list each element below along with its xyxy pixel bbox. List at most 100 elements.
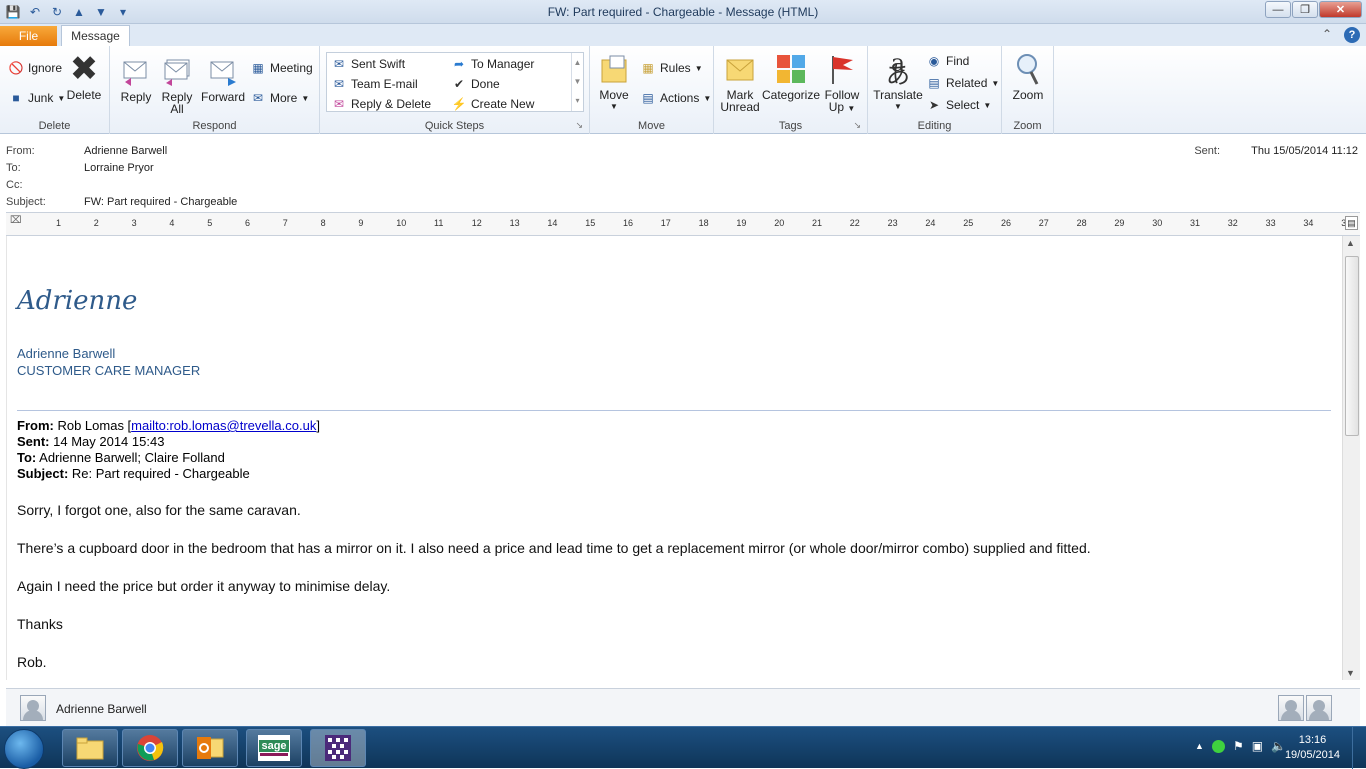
taskbar-outlook[interactable] [182,729,238,767]
fwd-subject-line: Subject: Re: Part required - Chargeable [17,466,250,481]
cc-label: Cc: [6,179,23,191]
zoom-button[interactable]: Zoom [1010,52,1046,101]
ruler-number: 1 [56,218,62,228]
translate-button[interactable]: aあ Translate ▼ [872,51,924,113]
checkmark-icon: ✔ [453,77,465,91]
scroll-thumb[interactable] [1345,256,1359,436]
sage-label: sage [259,740,289,752]
quick-step-team-email[interactable]: ✉ Team E-mail [331,76,418,92]
close-button[interactable]: ✕ [1319,1,1362,18]
people-list-icon[interactable] [1306,695,1332,721]
quick-step-create-new[interactable]: ⚡ Create New [451,96,535,112]
ruler-number: 15 [585,218,596,228]
status-green-icon[interactable] [1211,739,1225,753]
volume-icon[interactable]: 🔈 [1271,739,1286,753]
separator-line [17,410,1331,411]
fwd-from-line: From: Rob Lomas [mailto:rob.lomas@trevel… [17,418,320,433]
related-button[interactable]: ▤ Related ▼ [926,75,999,91]
reply-button[interactable]: Reply [118,54,154,103]
sage-icon: sage [258,735,290,761]
to-value[interactable]: Lorraine Pryor [84,162,154,174]
avatar[interactable] [20,695,46,721]
tab-file[interactable]: File [0,26,57,46]
delete-button[interactable]: ✖ Delete [66,52,102,101]
select-button[interactable]: ➤ Select ▼ [926,97,991,113]
sent-label: Sent: [1194,145,1220,157]
minimize-ribbon-icon[interactable]: ⌃ [1322,27,1332,43]
tab-message[interactable]: Message [61,25,130,47]
ruler-number: 7 [282,218,288,228]
minimize-button[interactable]: — [1265,1,1291,18]
mark-unread-button[interactable]: Mark Unread [720,52,760,113]
forward-button[interactable]: Forward [200,54,246,103]
quick-step-sent-swift[interactable]: ✉ Sent Swift [331,56,405,72]
quick-steps-scroll[interactable]: ▲ ▼ ▾ [571,53,583,111]
show-desktop-button[interactable] [1352,727,1366,769]
ruler-number: 6 [245,218,251,228]
subject-value: FW: Part required - Chargeable [84,196,238,208]
quick-step-done[interactable]: ✔ Done [451,76,500,92]
mailto-link[interactable]: mailto:rob.lomas@trevella.co.uk [131,418,316,433]
clock[interactable]: 13:16 19/05/2014 [1285,733,1340,763]
junk-icon: ■ [12,91,20,105]
help-icon[interactable]: ? [1344,27,1360,43]
ribbon: 🚫 Ignore ■ Junk ▼ ✖ Delete Delete Reply R… [0,46,1366,134]
quick-steps-gallery: ✉ Sent Swift ➦ To Manager ✉ Team E-mail ✔ Do… [326,52,584,112]
maximize-button[interactable]: ❐ [1292,1,1318,18]
group-zoom: Zoom Zoom [1002,46,1054,134]
subject-label: Subject: [6,196,46,208]
taskbar-explorer[interactable] [62,729,118,767]
magnifier-icon [1011,52,1045,86]
meeting-icon: ▦ [252,61,264,75]
team-icon: ✉ [333,77,345,91]
person-icon[interactable] [1278,695,1304,721]
ribbon-tabs: File Message ⌃ ? [0,24,1366,47]
people-pane-name[interactable]: Adrienne Barwell [56,702,147,716]
ruler-number: 13 [509,218,520,228]
ruler-number: 30 [1152,218,1163,228]
meeting-button[interactable]: ▦ Meeting [250,60,312,76]
more-icon: ✉ [252,91,264,105]
more-button[interactable]: ✉ More ▼ [250,90,309,106]
quick-step-to-manager[interactable]: ➦ To Manager [451,56,534,72]
move-button[interactable]: Move ▼ [596,52,632,113]
find-button[interactable]: ◉ Find [926,53,970,69]
follow-up-button[interactable]: Follow Up ▼ [822,52,862,115]
ruler-toggle-icon[interactable]: ▤ [1345,216,1358,230]
group-move: Move ▼ ▦ Rules ▼ ▤ Actions ▼ Move [590,46,714,134]
vertical-scrollbar[interactable]: ▲ ▼ [1342,236,1360,680]
ignore-button[interactable]: 🚫 Ignore [8,60,63,76]
ribbon-controls: ⌃ ? [1322,27,1360,43]
indent-marker-icon[interactable]: ⌧ [10,215,22,226]
categorize-button[interactable]: Categorize [762,52,820,101]
network-icon[interactable]: ▣ [1252,739,1263,753]
reply-all-button[interactable]: Reply All [158,54,196,115]
rules-button[interactable]: ▦ Rules ▼ [640,60,702,76]
from-value[interactable]: Adrienne Barwell [84,145,167,157]
ruler-number: 28 [1076,218,1087,228]
flag-tray-icon[interactable]: ⚑ [1233,739,1244,753]
actions-button[interactable]: ▤ Actions ▼ [640,90,711,106]
folder-move-icon [597,52,631,86]
taskbar-active-app[interactable] [310,729,366,767]
junk-button[interactable]: ■ Junk ▼ [8,90,65,106]
group-label-quick-steps: Quick Steps [424,120,485,132]
taskbar-chrome[interactable] [122,729,178,767]
taskbar-sage[interactable]: sage [246,729,302,767]
rules-icon: ▦ [642,61,654,75]
forward-arrow-icon: ➦ [453,57,465,71]
scroll-down-icon[interactable]: ▼ [1346,668,1355,678]
group-label-move: Move [638,120,665,132]
message-body: Adrienne Adrienne Barwell CUSTOMER CARE … [6,236,1342,680]
ruler-number: 32 [1227,218,1238,228]
start-button[interactable] [4,729,44,769]
window-title: FW: Part required - Chargeable - Message… [547,5,819,19]
scroll-up-icon[interactable]: ▲ [1346,238,1355,248]
ruler-number: 10 [396,218,407,228]
ruler-number: 18 [698,218,709,228]
taskbar: sage ▲ ⚑ ▣ 🔈 13:16 19/05/2014 [0,726,1366,769]
body-paragraph: Thanks [17,616,63,632]
group-delete: 🚫 Ignore ■ Junk ▼ ✖ Delete Delete [0,46,110,134]
quick-step-reply-delete[interactable]: ✉ Reply & Delete [331,96,431,112]
tray-expand-icon[interactable]: ▲ [1195,741,1204,751]
